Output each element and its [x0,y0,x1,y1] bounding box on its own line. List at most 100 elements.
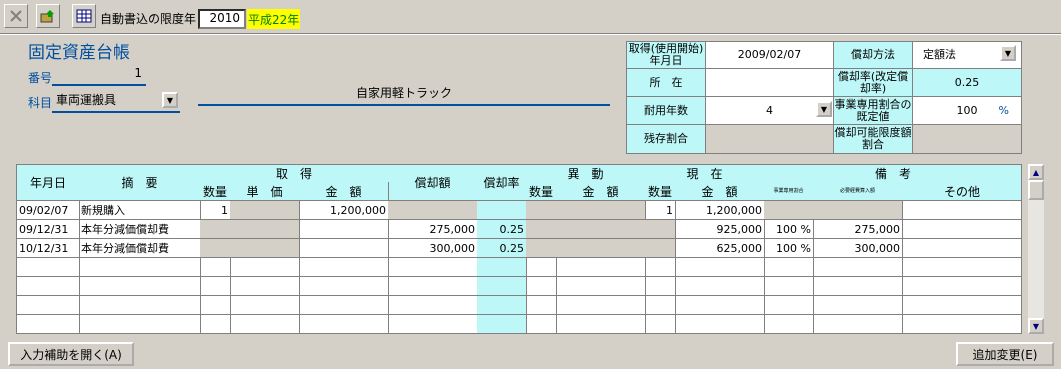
add-change-button[interactable]: 追加変更(E) [956,342,1054,366]
table-cell-amt2[interactable] [556,220,646,239]
description-field[interactable]: 自家用軽トラック [198,84,610,106]
table-cell-other[interactable] [902,277,1021,296]
table-cell-necessary[interactable] [813,277,903,296]
table-cell-unit_price[interactable] [230,258,300,277]
table-cell-qty2[interactable] [526,239,557,258]
table-cell-amount1[interactable] [299,239,389,258]
table-cell-amt3[interactable] [675,277,765,296]
life-dropdown-button[interactable]: ▼ [816,101,832,117]
table-cell-amt3[interactable] [675,258,765,277]
table-cell-biz[interactable] [764,277,814,296]
table-cell-rate[interactable]: 0.25 [477,239,527,258]
table-cell-date[interactable] [17,277,80,296]
table-cell-amt2[interactable] [556,277,646,296]
life-value[interactable]: 4 [705,96,834,125]
table-cell-amt2[interactable] [556,296,646,315]
table-cell-necessary[interactable] [813,258,903,277]
table-cell-qty2[interactable] [526,277,557,296]
table-cell-unit_price[interactable] [230,277,300,296]
table-cell-biz[interactable] [764,296,814,315]
table-cell-biz[interactable]: 100 % [764,220,814,239]
table-cell-unit_price[interactable] [230,220,300,239]
table-cell-summary[interactable] [79,296,201,315]
scroll-up-button[interactable]: ▲ [1028,164,1044,180]
table-cell-date[interactable] [17,296,80,315]
table-cell-unit_price[interactable] [230,239,300,258]
table-cell-amount1[interactable] [299,220,389,239]
table-cell-rate[interactable] [477,296,527,315]
table-cell-necessary[interactable] [813,315,903,333]
table-cell-summary[interactable] [79,277,201,296]
table-cell-qty1[interactable] [200,296,231,315]
table-cell-qty2[interactable] [526,220,557,239]
table-cell-amt3[interactable] [675,296,765,315]
table-cell-qty2[interactable] [526,315,557,333]
table-cell-amount1[interactable] [299,296,389,315]
table-cell-qty1[interactable]: 1 [200,201,231,220]
table-cell-dep[interactable]: 300,000 [388,239,478,258]
table-cell-rate[interactable] [477,277,527,296]
table-cell-amt3[interactable]: 625,000 [675,239,765,258]
table-cell-other[interactable] [902,296,1021,315]
table-cell-dep[interactable] [388,315,478,333]
table-cell-unit_price[interactable] [230,201,300,220]
grid-print-icon[interactable] [72,4,96,28]
table-cell-rate[interactable] [477,315,527,333]
subject-select[interactable]: 車両運搬具 [52,91,180,113]
location-value[interactable] [705,68,834,97]
table-cell-unit_price[interactable] [230,296,300,315]
table-cell-qty1[interactable] [200,315,231,333]
table-cell-biz[interactable]: 100 % [764,239,814,258]
table-cell-summary[interactable] [79,258,201,277]
table-cell-amt2[interactable] [556,239,646,258]
table-cell-qty1[interactable] [200,277,231,296]
scroll-thumb[interactable] [1028,180,1044,200]
table-cell-amt3[interactable] [675,315,765,333]
table-cell-qty3[interactable] [645,296,676,315]
table-cell-amount1[interactable] [299,258,389,277]
method-dropdown-button[interactable]: ▼ [1000,45,1016,61]
table-cell-dep[interactable] [388,277,478,296]
table-cell-dep[interactable] [388,258,478,277]
business-value[interactable]: 100 % [912,96,1022,125]
table-cell-necessary[interactable] [813,296,903,315]
table-cell-dep[interactable] [388,201,478,220]
table-cell-qty3[interactable] [645,315,676,333]
table-cell-necessary[interactable]: 300,000 [813,239,903,258]
acq-date-value[interactable]: 2009/02/07 [705,41,834,69]
table-cell-amount1[interactable] [299,315,389,333]
table-cell-other[interactable] [902,315,1021,333]
table-cell-dep[interactable]: 275,000 [388,220,478,239]
table-cell-unit_price[interactable] [230,315,300,333]
table-cell-other[interactable] [902,258,1021,277]
table-cell-qty2[interactable] [526,296,557,315]
table-cell-amt3[interactable]: 1,200,000 [675,201,765,220]
table-cell-qty3[interactable]: 1 [645,201,676,220]
table-cell-dep[interactable] [388,296,478,315]
table-cell-amt2[interactable] [556,201,646,220]
table-cell-date[interactable] [17,258,80,277]
table-cell-date[interactable] [17,315,80,333]
table-cell-summary[interactable]: 本年分減価償却費 [79,239,201,258]
open-assist-button[interactable]: 入力補助を開く(A) [8,342,134,366]
import-icon[interactable] [36,4,60,28]
table-cell-qty1[interactable] [200,239,231,258]
table-cell-other[interactable] [902,220,1021,239]
table-cell-qty3[interactable] [645,239,676,258]
table-cell-necessary[interactable] [813,201,903,220]
table-cell-summary[interactable]: 新規購入 [79,201,201,220]
subject-dropdown-button[interactable]: ▼ [162,92,178,108]
table-cell-qty1[interactable] [200,220,231,239]
autoinsert-year-input[interactable]: 2010 [198,9,246,29]
table-cell-other[interactable] [902,201,1021,220]
table-cell-qty3[interactable] [645,220,676,239]
table-cell-amt3[interactable]: 925,000 [675,220,765,239]
table-cell-rate[interactable]: 0.25 [477,220,527,239]
table-cell-biz[interactable] [764,315,814,333]
table-cell-qty3[interactable] [645,277,676,296]
scroll-down-button[interactable]: ▼ [1028,318,1044,334]
table-cell-summary[interactable]: 本年分減価償却費 [79,220,201,239]
number-field[interactable]: 1 [52,66,146,86]
table-cell-qty3[interactable] [645,258,676,277]
table-cell-amt2[interactable] [556,258,646,277]
